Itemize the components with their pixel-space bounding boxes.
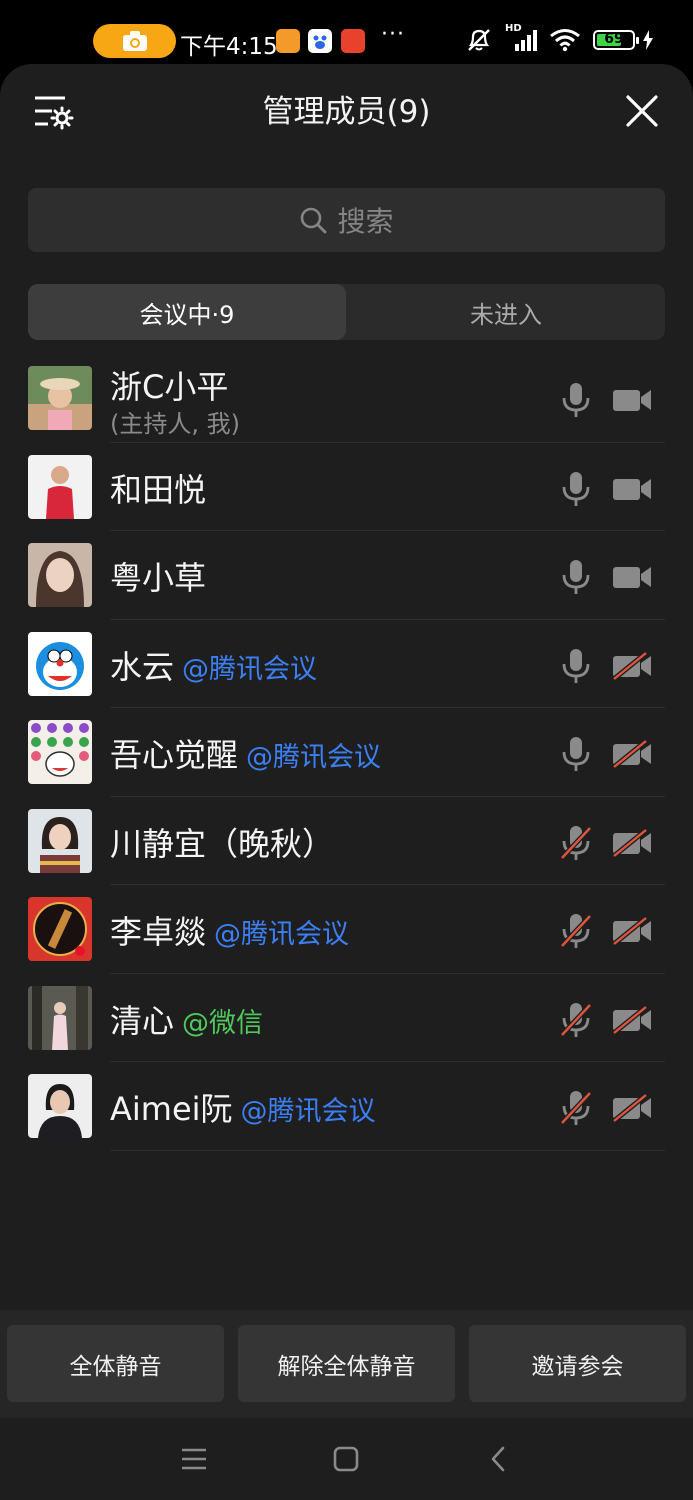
avatar: [28, 631, 92, 696]
member-source-tag: @腾讯会议: [182, 653, 318, 685]
status-bar: 下午4:15 ··· HD 69: [0, 0, 693, 66]
microphone-off-icon[interactable]: [559, 1090, 593, 1126]
camera-icon: [122, 31, 147, 51]
bottom-action-bar: 全体静音 解除全体静音 邀请参会: [0, 1310, 693, 1418]
app-notification-icon-1: [276, 29, 300, 53]
member-row[interactable]: 李卓燚 @腾讯会议: [0, 885, 693, 974]
app-notification-icon-3: [341, 29, 365, 53]
member-row[interactable]: 和田悦: [0, 443, 693, 531]
more-notifications-icon: ···: [381, 22, 405, 47]
microphone-icon[interactable]: [559, 471, 593, 507]
video-camera-icon[interactable]: [612, 563, 652, 591]
member-name: 粤小草: [110, 559, 207, 597]
member-source-tag: @腾讯会议: [240, 1096, 376, 1127]
member-row[interactable]: 水云 @腾讯会议: [0, 620, 693, 708]
video-camera-off-icon[interactable]: [612, 917, 652, 945]
microphone-off-icon[interactable]: [559, 825, 593, 861]
member-name: 水云: [110, 647, 175, 686]
microphone-icon[interactable]: [559, 736, 593, 772]
member-name: 浙C小平: [110, 368, 229, 406]
member-list: 浙C小平 (主持人, 我) 和田悦 粤小草 水云 @腾讯会议 吾心觉醒 @腾讯会…: [0, 354, 693, 1151]
tab-in-meeting[interactable]: 会议中·9: [28, 284, 346, 340]
avatar: [28, 1074, 92, 1138]
video-camera-off-icon[interactable]: [612, 651, 652, 680]
member-name: 吾心觉醒: [110, 736, 239, 774]
avatar: [28, 366, 92, 430]
cellular-signal-icon: HD: [505, 23, 537, 53]
status-indicators: HD 69: [465, 23, 653, 54]
tab-not-joined[interactable]: 未进入: [347, 284, 665, 340]
member-name: 和田悦: [110, 470, 207, 509]
search-placeholder: 搜索: [337, 205, 394, 238]
screen-record-indicator[interactable]: [93, 24, 176, 58]
back-icon[interactable]: [489, 1446, 507, 1472]
avatar: [28, 808, 92, 873]
member-name: 川静宜（晚秋）: [110, 824, 335, 863]
member-source-tag: @腾讯会议: [246, 742, 382, 773]
microphone-icon[interactable]: [559, 382, 593, 418]
avatar: [28, 897, 92, 961]
member-row[interactable]: 清心 @微信: [0, 974, 693, 1062]
alarm-off-icon: [468, 29, 490, 51]
member-source-tag: @微信: [182, 1007, 264, 1039]
microphone-icon[interactable]: [559, 648, 593, 684]
member-row[interactable]: 粤小草: [0, 531, 693, 620]
video-camera-icon[interactable]: [612, 475, 652, 503]
member-row[interactable]: 吾心觉醒 @腾讯会议: [0, 708, 693, 797]
divider: [110, 1149, 665, 1151]
member-row[interactable]: 川静宜（晚秋）: [0, 797, 693, 885]
video-camera-off-icon[interactable]: [612, 1005, 652, 1034]
avatar: [28, 543, 92, 607]
invite-button[interactable]: 邀请参会: [469, 1325, 686, 1402]
search-icon: [301, 207, 327, 234]
avatar: [28, 720, 92, 784]
video-camera-icon[interactable]: [612, 386, 652, 414]
member-tabs: 会议中·9 未进入: [28, 284, 665, 340]
microphone-off-icon[interactable]: [559, 913, 593, 949]
wifi-icon: [550, 29, 580, 52]
recent-apps-icon[interactable]: [181, 1448, 207, 1470]
video-camera-off-icon[interactable]: [612, 1094, 652, 1122]
member-row[interactable]: Aimei阮 @腾讯会议: [0, 1062, 693, 1151]
page-title: 管理成员(9): [262, 94, 431, 130]
avatar: [28, 454, 92, 519]
video-camera-off-icon[interactable]: [612, 740, 652, 768]
system-navigation-bar: [0, 1418, 693, 1500]
search-input[interactable]: 搜索: [28, 188, 665, 252]
baidu-notification-icon: [308, 29, 332, 53]
mute-all-button[interactable]: 全体静音: [7, 1325, 224, 1402]
video-camera-off-icon[interactable]: [612, 828, 652, 857]
member-source-tag: @腾讯会议: [214, 919, 350, 950]
member-name: 李卓燚: [110, 913, 207, 951]
member-name: Aimei阮: [110, 1090, 233, 1128]
microphone-icon[interactable]: [559, 559, 593, 595]
member-role: (主持人, 我): [110, 410, 240, 438]
avatar: [28, 985, 92, 1050]
unmute-all-button[interactable]: 解除全体静音: [238, 1325, 455, 1402]
status-time: 下午4:15: [180, 34, 278, 60]
member-name: 清心: [110, 1001, 175, 1040]
home-icon[interactable]: [333, 1446, 359, 1472]
microphone-off-icon[interactable]: [559, 1002, 593, 1038]
manage-members-sheet: 管理成员(9) 搜索 会议中·9 未进入 浙C小平 (主持人, 我) 和田悦 粤…: [0, 64, 693, 1500]
member-row[interactable]: 浙C小平 (主持人, 我): [0, 354, 693, 443]
close-icon[interactable]: [625, 94, 659, 128]
charging-icon: [643, 30, 653, 50]
battery-icon: 69: [593, 30, 639, 50]
